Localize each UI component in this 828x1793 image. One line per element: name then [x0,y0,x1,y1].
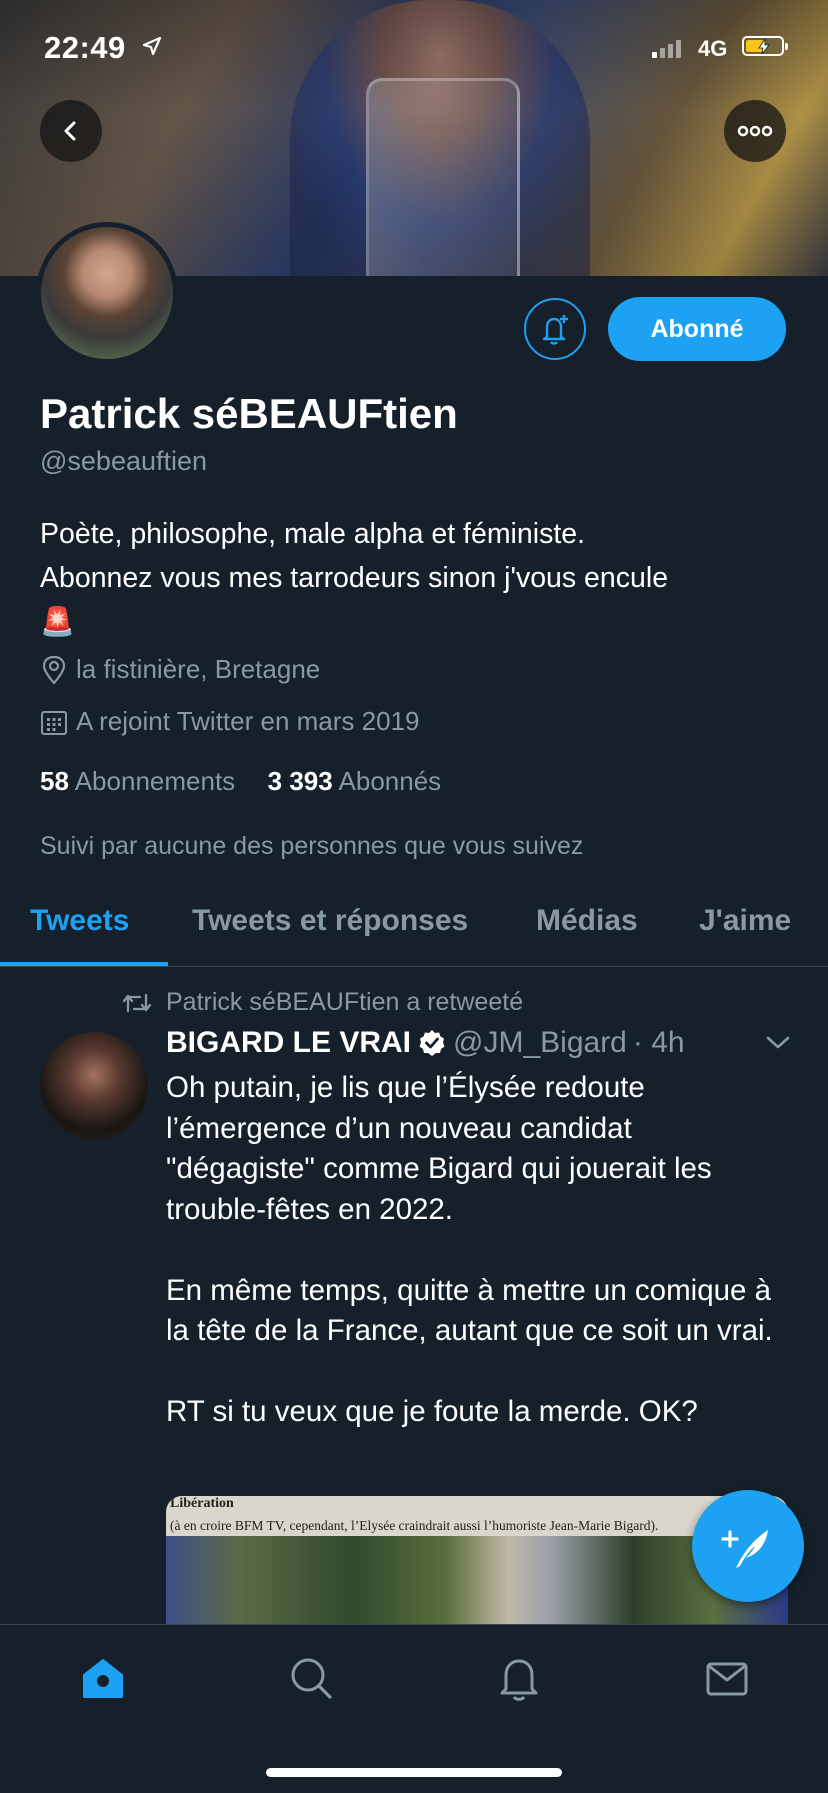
notifications-icon[interactable] [496,1655,542,1706]
joined-row: A rejoint Twitter en mars 2019 [40,706,419,737]
tweet-time: · 4h [632,1026,685,1059]
signal-icon [652,40,684,60]
more-icon [737,125,773,137]
profile-tabs: Tweets Tweets et réponses Médias J'aime [0,880,828,967]
more-options-button[interactable] [724,100,786,162]
retweet-label: Patrick séBEAUFtien a retweeté [166,988,524,1016]
tab-active-indicator [0,962,168,966]
followers-link[interactable]: 3 393 Abonnés [268,766,442,796]
messages-icon[interactable] [704,1655,750,1706]
notifications-toggle-button[interactable] [524,298,586,360]
followers-label: Abonnés [338,766,442,796]
retweet-context: Patrick séBEAUFtien a retweeté [122,988,523,1017]
back-button[interactable] [40,100,102,162]
follow-stats: 58 Abonnements 3 393 Abonnés [40,766,441,797]
search-icon[interactable] [288,1655,334,1706]
home-indicator[interactable] [266,1768,562,1777]
tweet-author-handle[interactable]: @JM_Bigard [453,1026,627,1060]
status-time: 22:49 [44,30,126,65]
display-name: Patrick séBEAUFtien [40,390,458,437]
back-arrow-icon [64,121,76,141]
location-arrow-icon [142,36,162,61]
tab-tweets-and-replies[interactable]: Tweets et réponses [192,904,468,938]
tweet-author-avatar[interactable] [40,1032,148,1140]
tweet-text: Oh putain, je lis que l’Élysée redoute l… [166,1071,773,1428]
tab-likes[interactable]: J'aime [699,904,791,938]
tweet-header: BIGARD LE VRAI @JM_Bigard · 4h [166,1026,685,1060]
bio-line: Poète, philosophe, male alpha et féminis… [40,518,586,550]
location-pin-icon [42,655,66,685]
compose-tweet-button[interactable] [692,1490,804,1602]
calendar-icon [41,710,67,735]
location-row: la fistinière, Bretagne [40,654,320,685]
user-handle: @sebeauftien [40,446,208,476]
profile-bio: Poète, philosophe, male alpha et féminis… [40,512,780,644]
followers-count: 3 393 [267,766,333,796]
following-count: 58 [40,766,69,796]
joined-text: A rejoint Twitter en mars 2019 [76,706,420,736]
profile-avatar[interactable] [36,222,178,364]
retweet-icon [122,993,152,1012]
bio-line: Abonnez vous mes tarrodeurs sinon j'vous… [40,562,669,594]
bell-plus-icon [542,315,568,345]
followed-by-text: Suivi par aucune des personnes que vous … [40,832,584,860]
verified-badge-icon [419,1030,445,1056]
following-link[interactable]: 58 Abonnements [40,766,235,796]
siren-emoji-icon: 🚨 [40,606,75,637]
home-icon[interactable] [80,1655,126,1706]
following-label: Abonnements [74,766,236,796]
following-button[interactable]: Abonné [608,297,786,361]
battery-icon [742,36,788,56]
tweet-author-name[interactable]: BIGARD LE VRAI [166,1026,411,1060]
tab-media[interactable]: Médias [536,904,638,938]
location-text: la fistinière, Bretagne [76,654,321,684]
compose-feather-icon [721,1530,768,1568]
tab-tweets[interactable]: Tweets [30,904,129,938]
network-label: 4G [698,36,728,61]
chevron-down-icon [766,1036,790,1049]
tweet-options-button[interactable] [764,1034,792,1057]
media-masthead: Libération [170,1496,234,1511]
